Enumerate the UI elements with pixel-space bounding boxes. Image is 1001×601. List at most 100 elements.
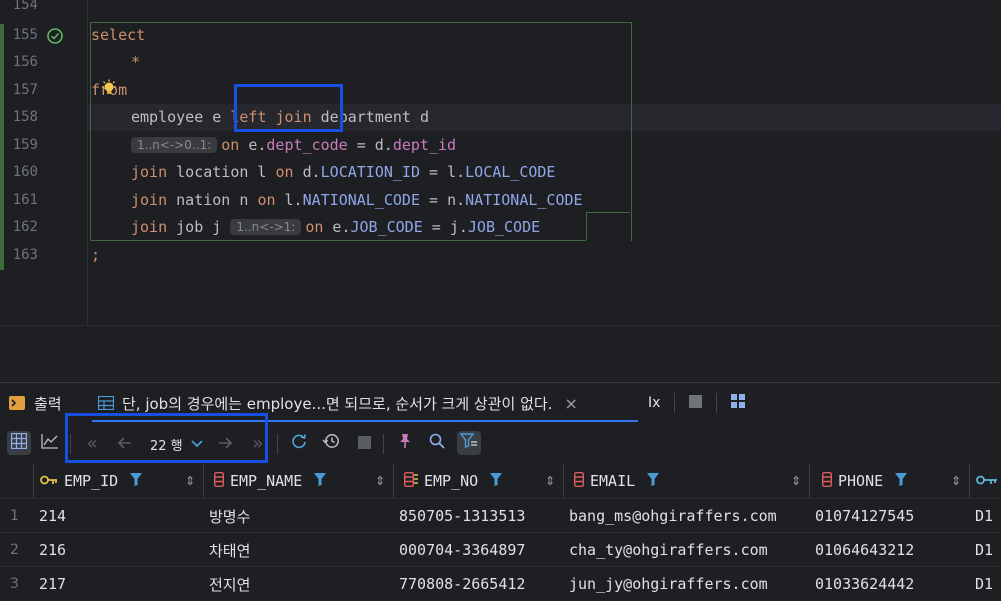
- cell-phone[interactable]: 01064643212: [815, 533, 914, 567]
- row-number: 3: [10, 576, 19, 592]
- filter-icon[interactable]: [490, 472, 503, 490]
- filter-icon[interactable]: [130, 472, 143, 490]
- cardinality-hint: 1..n<->1:: [230, 219, 302, 235]
- cardinality-hint: 1..n<->0..1:: [131, 137, 218, 153]
- results-table: EMP_ID ⇕ EMP_NAME ⇕ EMP_NO ⇕ EMAIL ⇕ PHO…: [0, 464, 1001, 594]
- chart-icon: [41, 433, 59, 453]
- chart-view-button[interactable]: [38, 431, 62, 455]
- search-icon: [429, 433, 445, 453]
- code-line-163: ;: [91, 246, 101, 264]
- column-header-phone[interactable]: PHONE ⇕: [810, 464, 970, 498]
- stop-icon: [689, 394, 702, 412]
- separator: [277, 434, 278, 454]
- cell-emp-id[interactable]: 217: [39, 567, 66, 601]
- cell-emp-name[interactable]: 전지연: [209, 567, 250, 601]
- pin-icon: [398, 433, 412, 453]
- annotation-highlight-box: [65, 413, 268, 463]
- line-number: 158: [12, 109, 38, 125]
- run-success-check-icon[interactable]: [46, 27, 64, 45]
- ix-button[interactable]: Ix: [648, 383, 660, 423]
- sort-icon[interactable]: ⇕: [951, 474, 961, 488]
- row-number: 2: [10, 542, 19, 558]
- code-line-159: 1..n<->0..1: on e.dept_code = d.dept_id: [131, 136, 456, 154]
- cell-emp-no[interactable]: 000704-3364897: [399, 533, 525, 567]
- cell-dept[interactable]: D1: [975, 533, 993, 567]
- cell-phone[interactable]: 01074127545: [815, 499, 914, 533]
- sort-icon[interactable]: ⇕: [375, 474, 385, 488]
- history-icon: [322, 433, 340, 453]
- cell-emp-no[interactable]: 850705-1313513: [399, 499, 525, 533]
- code-line-156: *: [131, 53, 141, 71]
- line-number: 157: [12, 82, 38, 98]
- line-number: 160: [12, 164, 38, 180]
- ix-label: Ix: [648, 395, 661, 411]
- separator: [383, 434, 384, 454]
- filter-icon[interactable]: [647, 472, 660, 490]
- history-button[interactable]: [319, 431, 343, 455]
- table-row[interactable]: 1 214 방명수 850705-1313513 bang_ms@ohgiraf…: [0, 498, 1001, 533]
- filter-settings-icon: [459, 433, 478, 453]
- search-button[interactable]: [425, 431, 449, 455]
- stop-query-button[interactable]: [352, 431, 376, 455]
- cell-dept[interactable]: D1: [975, 499, 993, 533]
- column-icon: [573, 471, 585, 491]
- column-name: EMAIL: [590, 472, 636, 490]
- table-row[interactable]: 3 217 전지연 770808-2665412 jun_jy@ohgiraff…: [0, 566, 1001, 601]
- column-name: EMP_ID: [64, 472, 119, 490]
- refresh-button[interactable]: [287, 431, 311, 455]
- filter-icon[interactable]: [314, 472, 327, 490]
- tab-query-result-label: 단, job의 경우에는 employe...면 되므로, 순서가 크게 상관이…: [122, 394, 553, 413]
- stop-button[interactable]: [689, 383, 702, 423]
- cell-emp-name[interactable]: 방명수: [209, 499, 250, 533]
- editor-empty-area: [0, 325, 1001, 381]
- code-line-155: select: [91, 26, 146, 44]
- refresh-icon: [291, 433, 307, 453]
- filter-settings-button[interactable]: [457, 431, 481, 455]
- column-name: PHONE: [838, 472, 884, 490]
- cell-email[interactable]: cha_ty@ohgiraffers.com: [569, 533, 768, 567]
- fold-divider: [87, 0, 88, 325]
- cell-dept[interactable]: D1: [975, 567, 993, 601]
- cell-phone[interactable]: 01033624442: [815, 567, 914, 601]
- index-column-icon: [403, 471, 418, 491]
- cell-email[interactable]: jun_jy@ohgiraffers.com: [569, 567, 768, 601]
- stop-icon: [357, 434, 371, 453]
- cell-emp-name[interactable]: 차태연: [209, 533, 250, 567]
- column-header-more[interactable]: [970, 464, 1001, 498]
- statement-outline-bottom: [90, 240, 586, 241]
- separator: [716, 393, 717, 413]
- line-number: 159: [12, 137, 38, 153]
- code-line-160: join location l on d.LOCATION_ID = l.LOC…: [131, 163, 556, 181]
- sql-editor[interactable]: 154 155 156 157 158 159 160 161 162 163 …: [0, 0, 1001, 325]
- layout-button[interactable]: [731, 383, 745, 423]
- column-icon: [821, 471, 833, 491]
- column-header-emp-name[interactable]: EMP_NAME ⇕: [204, 464, 394, 498]
- table-view-button[interactable]: [7, 431, 31, 455]
- sort-icon[interactable]: ⇕: [545, 474, 555, 488]
- sort-icon[interactable]: ⇕: [185, 474, 195, 488]
- tab-output[interactable]: 출력: [8, 383, 62, 423]
- cell-emp-id[interactable]: 216: [39, 533, 66, 567]
- table-view-icon: [10, 432, 28, 453]
- lightbulb-icon[interactable]: [100, 79, 118, 97]
- line-number: 161: [12, 192, 38, 208]
- cell-emp-no[interactable]: 770808-2665412: [399, 567, 525, 601]
- tab-output-label: 출력: [34, 394, 62, 413]
- column-header-emp-no[interactable]: EMP_NO ⇕: [394, 464, 564, 498]
- sort-icon[interactable]: ⇕: [791, 474, 801, 488]
- cell-emp-id[interactable]: 214: [39, 499, 66, 533]
- change-gutter-bar: [0, 24, 4, 270]
- filter-icon[interactable]: [895, 472, 908, 490]
- pin-button[interactable]: [393, 431, 417, 455]
- cell-email[interactable]: bang_ms@ohgiraffers.com: [569, 499, 777, 533]
- column-header-email[interactable]: EMAIL ⇕: [564, 464, 810, 498]
- close-tab-icon[interactable]: ×: [564, 394, 577, 413]
- table-grid-icon: [98, 396, 114, 410]
- column-header-emp-id[interactable]: EMP_ID ⇕: [34, 464, 204, 498]
- annotation-highlight-box: [234, 84, 343, 132]
- column-icon: [213, 471, 225, 491]
- table-row[interactable]: 2 216 차태연 000704-3364897 cha_ty@ohgiraff…: [0, 532, 1001, 567]
- line-number: 156: [12, 54, 38, 70]
- statement-outline-corner: [586, 212, 630, 240]
- line-number: 155: [12, 27, 38, 43]
